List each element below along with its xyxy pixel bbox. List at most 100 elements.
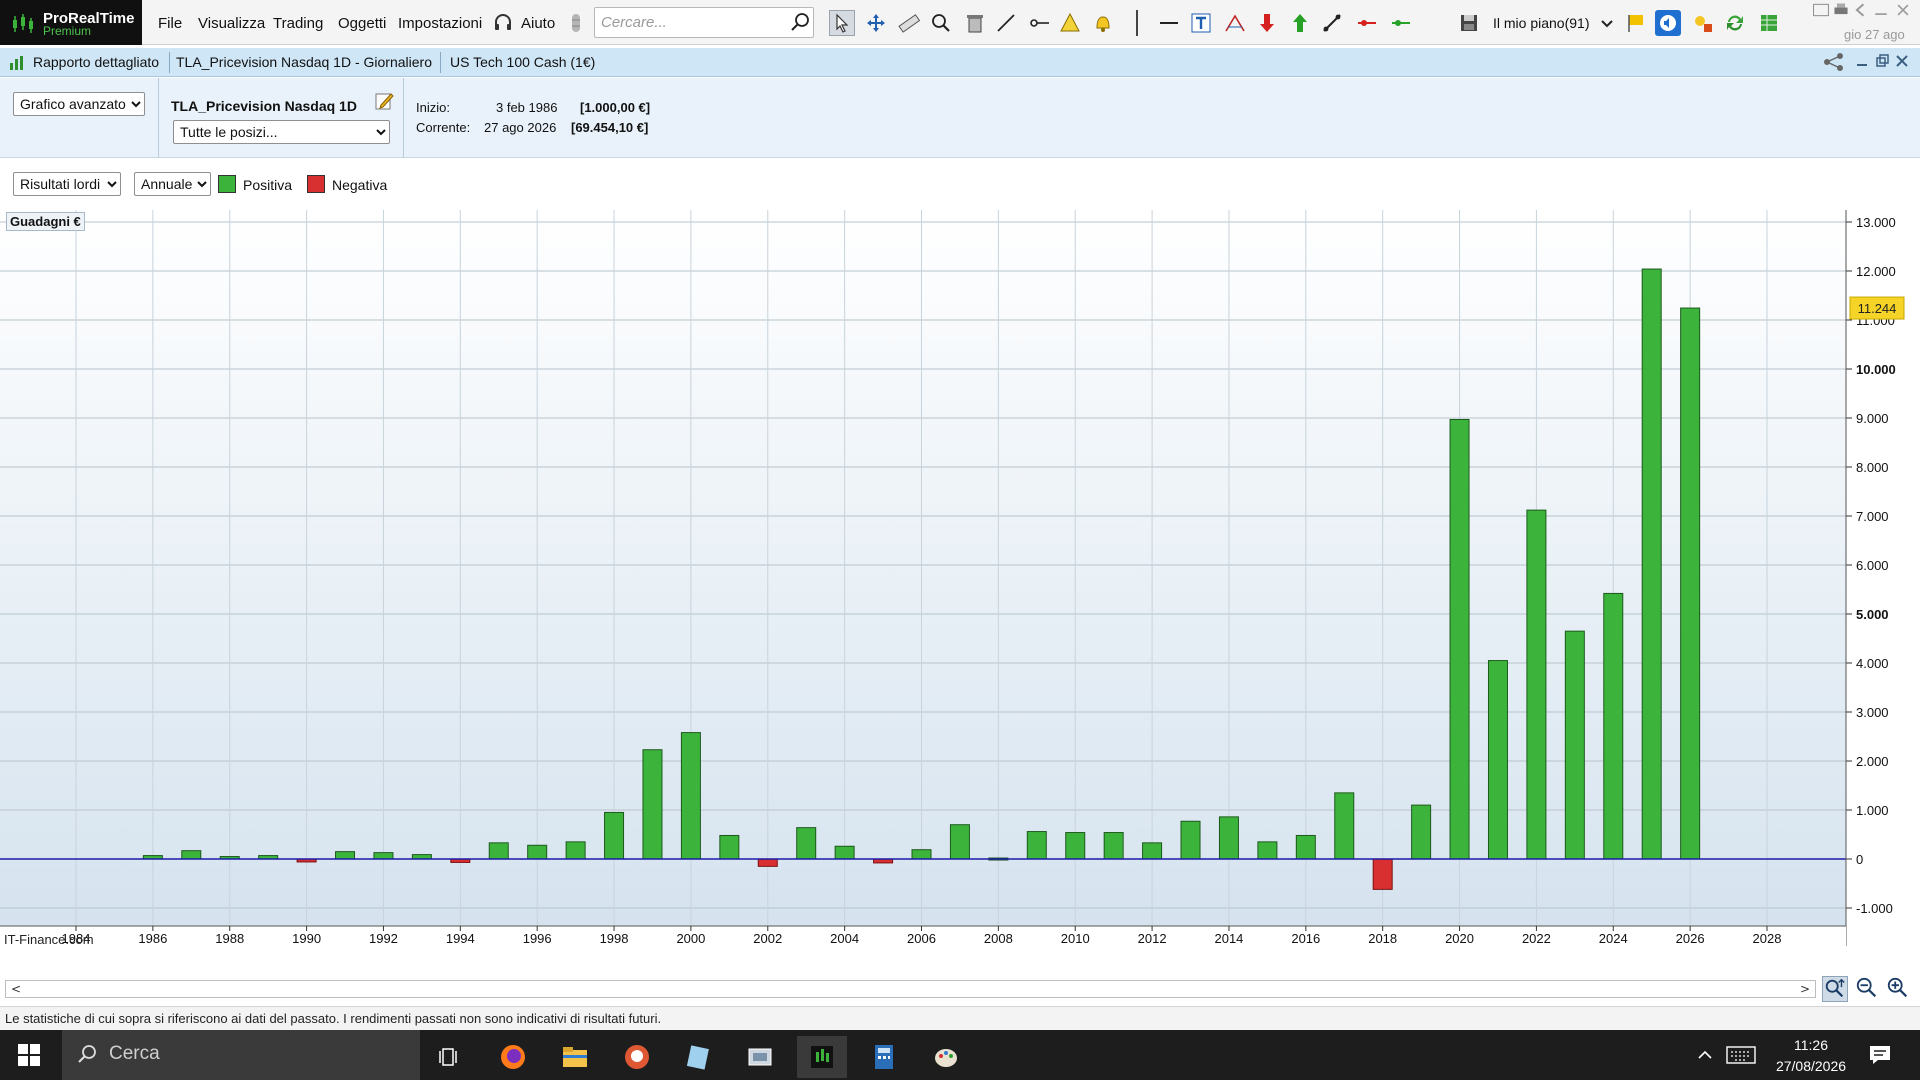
move-tool-icon[interactable] — [863, 10, 889, 36]
notifications-icon[interactable] — [1868, 1044, 1892, 1066]
app-edition: Premium — [43, 24, 92, 38]
firefox-icon[interactable] — [488, 1036, 538, 1078]
window-tile-icon[interactable] — [1812, 2, 1830, 18]
menu-oggetti[interactable]: Oggetti — [338, 15, 386, 32]
keyboard-icon[interactable] — [1726, 1045, 1756, 1065]
legend-negative-label: Negativa — [332, 177, 388, 193]
print-icon[interactable] — [1832, 2, 1850, 18]
x-tick-label: 2020 — [1445, 931, 1474, 946]
menu-impostazioni[interactable]: Impostazioni — [398, 15, 482, 32]
scroll-right-icon[interactable]: > — [1800, 982, 1810, 996]
stop-loss-icon[interactable] — [1354, 10, 1380, 36]
y-axis-title: Guadagni € — [6, 212, 85, 231]
edit-pencil-icon[interactable] — [373, 90, 395, 112]
taskbar-clock[interactable]: 11:26 27/08/2026 — [1766, 1035, 1856, 1077]
bell-icon[interactable] — [1090, 10, 1116, 36]
prorealtime-taskbar-icon[interactable] — [797, 1036, 847, 1078]
duckduckgo-icon[interactable] — [612, 1036, 662, 1078]
close-panel-icon[interactable] — [1894, 53, 1910, 69]
take-profit-icon[interactable] — [1388, 10, 1414, 36]
horizontal-scrollbar[interactable]: < > — [5, 980, 1816, 998]
y-tick-label: 1.000 — [1856, 803, 1889, 818]
file-explorer-icon[interactable] — [550, 1036, 600, 1078]
calculator-icon[interactable] — [859, 1036, 909, 1078]
plan-label[interactable]: Il mio piano(91) — [1493, 15, 1590, 31]
period-select[interactable]: Annuale — [134, 172, 211, 196]
fibonacci-icon[interactable] — [1222, 10, 1248, 36]
panel-divider — [158, 78, 159, 158]
x-tick-label: 2002 — [753, 931, 782, 946]
ruler-icon[interactable] — [896, 10, 922, 36]
x-tick-label: 2018 — [1368, 931, 1397, 946]
save-disk-icon[interactable] — [1456, 10, 1482, 36]
sound-icon[interactable] — [1655, 10, 1681, 36]
extend-line-icon[interactable] — [1319, 10, 1345, 36]
bar-1999 — [642, 749, 663, 860]
y-tick-label: 2.000 — [1856, 754, 1889, 769]
segment-tool-icon[interactable] — [1027, 10, 1053, 36]
x-tick-label: 2008 — [984, 931, 1013, 946]
tab-us-tech-100[interactable]: US Tech 100 Cash (1€) — [450, 54, 595, 70]
task-view-icon[interactable] — [425, 1036, 475, 1078]
start-label: Inizio: — [416, 100, 450, 115]
back-icon[interactable] — [1852, 2, 1870, 18]
paint-app-icon[interactable] — [921, 1036, 971, 1078]
drag-handle-icon[interactable] — [563, 10, 589, 36]
close-app-icon[interactable] — [1894, 2, 1912, 18]
headset-icon[interactable] — [490, 10, 516, 36]
legend-negative-swatch[interactable] — [307, 175, 325, 193]
x-tick-label: 2024 — [1599, 931, 1628, 946]
trash-icon[interactable] — [962, 10, 988, 36]
zoom-icon[interactable] — [928, 10, 954, 36]
bar-2023 — [1564, 630, 1585, 860]
sell-arrow-icon[interactable] — [1254, 10, 1280, 36]
tab-rapporto-dettagliato[interactable]: Rapporto dettagliato — [33, 54, 159, 70]
search-input[interactable] — [594, 7, 814, 38]
auto-zoom-icon[interactable] — [1822, 976, 1848, 1002]
y-axis: -1.000 0 1.000 2.000 3.000 4.000 5.000 6.000 7.0… — [1845, 210, 1896, 946]
minimize-panel-icon[interactable] — [1854, 53, 1870, 69]
screenshot-app-icon[interactable] — [735, 1036, 785, 1078]
zoom-out-icon[interactable] — [1855, 976, 1881, 1002]
line-tool-icon[interactable] — [993, 10, 1019, 36]
candlestick-logo-icon — [13, 14, 33, 33]
text-tool-icon[interactable] — [1188, 10, 1214, 36]
x-tick-label: 2006 — [907, 931, 936, 946]
bar-2013 — [1180, 820, 1201, 860]
alerts-manager-icon[interactable] — [1690, 10, 1716, 36]
taskbar-search-label: Cerca — [109, 1043, 160, 1064]
menu-visualizza[interactable]: Visualizza — [198, 15, 265, 32]
minimize-app-icon[interactable] — [1872, 2, 1890, 18]
start-date: 3 feb 1986 — [496, 100, 558, 115]
scroll-left-icon[interactable]: < — [11, 982, 21, 996]
restore-panel-icon[interactable] — [1874, 53, 1890, 69]
results-type-select[interactable]: Risultati lordi — [13, 172, 121, 196]
zoom-in-icon[interactable] — [1886, 976, 1912, 1002]
taskbar-search[interactable]: Cerca — [62, 1030, 420, 1080]
positions-select[interactable]: Tutte le posizi... — [173, 120, 390, 144]
menu-aiuto[interactable]: Aiuto — [521, 15, 555, 32]
buy-arrow-icon[interactable] — [1287, 10, 1313, 36]
chevron-down-icon[interactable] — [1594, 10, 1620, 36]
notes-app-icon[interactable] — [673, 1036, 723, 1078]
horizontal-line-icon[interactable] — [1156, 10, 1182, 36]
start-value: [1.000,00 €] — [580, 100, 651, 115]
sync-icon[interactable] — [1722, 10, 1748, 36]
spreadsheet-icon[interactable] — [1756, 10, 1782, 36]
windows-start-icon[interactable] — [18, 1044, 40, 1066]
legend-positive-swatch[interactable] — [218, 175, 236, 193]
share-icon[interactable] — [1822, 52, 1846, 72]
menu-trading[interactable]: Trading — [273, 15, 323, 32]
view-type-select[interactable]: Grafico avanzato — [13, 92, 145, 116]
tab-tla-pricevision[interactable]: TLA_Pricevision Nasdaq 1D - Giornaliero — [176, 54, 432, 70]
bar-2004 — [834, 845, 855, 860]
menu-file[interactable]: File — [158, 15, 182, 32]
windows-taskbar: Cerca 11:26 27/08/2026 — [0, 1030, 1920, 1080]
bar-2021 — [1487, 660, 1508, 860]
pointer-tool-icon[interactable] — [829, 10, 855, 36]
chevron-up-icon[interactable] — [1696, 1046, 1714, 1064]
alert-triangle-icon[interactable] — [1057, 10, 1083, 36]
current-label: Corrente: — [416, 120, 471, 135]
flag-icon[interactable] — [1623, 10, 1649, 36]
search-icon[interactable] — [787, 9, 813, 35]
